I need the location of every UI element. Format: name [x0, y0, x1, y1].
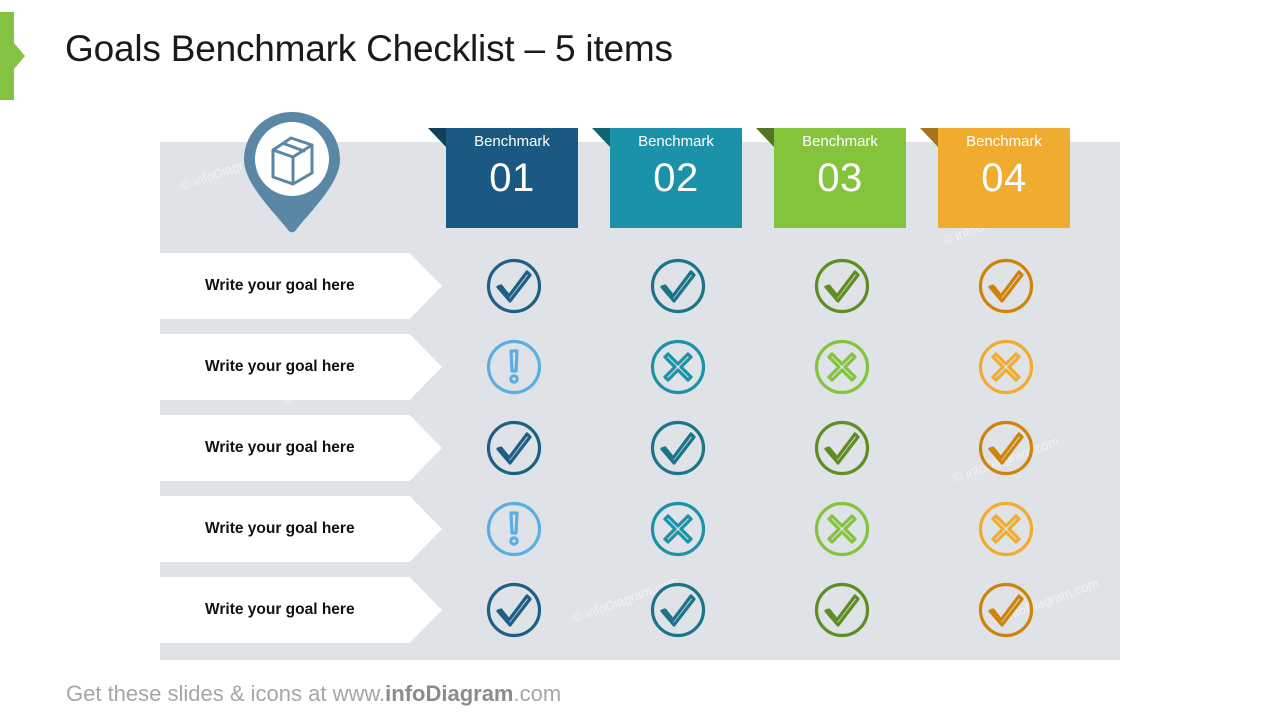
goal-label: Write your goal here: [205, 601, 355, 618]
benchmark-label: Benchmark: [802, 133, 878, 150]
goal-row[interactable]: Write your goal here: [160, 253, 442, 319]
banner-fold-icon: [920, 128, 938, 147]
exclamation-circle-icon[interactable]: [484, 337, 544, 397]
footer-credit: Get these slides & icons at www.infoDiag…: [66, 681, 561, 707]
map-pin-icon: [244, 112, 340, 233]
footer-brand: infoDiagram: [385, 681, 514, 706]
check-circle-icon[interactable]: [976, 418, 1036, 478]
goal-row[interactable]: Write your goal here: [160, 496, 442, 562]
benchmark-column-2[interactable]: Benchmark 02: [592, 128, 742, 228]
goal-row[interactable]: Write your goal here: [160, 415, 442, 481]
cross-circle-icon[interactable]: [976, 499, 1036, 559]
footer-prefix: Get these slides & icons at www.: [66, 681, 386, 706]
check-circle-icon[interactable]: [648, 418, 708, 478]
goal-label: Write your goal here: [205, 358, 355, 375]
cross-circle-icon[interactable]: [812, 337, 872, 397]
banner-fold-icon: [592, 128, 610, 147]
benchmark-label: Benchmark: [966, 133, 1042, 150]
cross-circle-icon[interactable]: [976, 337, 1036, 397]
goal-label: Write your goal here: [205, 439, 355, 456]
benchmark-number: 02: [653, 156, 699, 200]
benchmark-label: Benchmark: [638, 133, 714, 150]
check-circle-icon[interactable]: [976, 580, 1036, 640]
check-circle-icon[interactable]: [484, 418, 544, 478]
benchmark-number: 03: [817, 156, 863, 200]
banner-fold-icon: [756, 128, 774, 147]
exclamation-circle-icon[interactable]: [484, 499, 544, 559]
benchmark-banner[interactable]: Benchmark 03: [774, 128, 906, 228]
benchmark-column-3[interactable]: Benchmark 03: [756, 128, 906, 228]
check-circle-icon[interactable]: [812, 256, 872, 316]
benchmark-column-1[interactable]: Benchmark 01: [428, 128, 578, 228]
goal-row[interactable]: Write your goal here: [160, 334, 442, 400]
check-circle-icon[interactable]: [648, 580, 708, 640]
cross-circle-icon[interactable]: [812, 499, 872, 559]
left-accent-arrow-icon: [14, 43, 25, 69]
benchmark-column-4[interactable]: Benchmark 04: [920, 128, 1070, 228]
goal-label: Write your goal here: [205, 520, 355, 537]
page-title: Goals Benchmark Checklist – 5 items: [65, 28, 673, 69]
banner-fold-icon: [428, 128, 446, 147]
benchmark-label: Benchmark: [474, 133, 550, 150]
goal-row[interactable]: Write your goal here: [160, 577, 442, 643]
check-circle-icon[interactable]: [976, 256, 1036, 316]
left-accent-bar: [0, 12, 14, 100]
check-circle-icon[interactable]: [812, 580, 872, 640]
benchmark-banner[interactable]: Benchmark 01: [446, 128, 578, 228]
check-circle-icon[interactable]: [648, 256, 708, 316]
goal-label: Write your goal here: [205, 277, 355, 294]
check-circle-icon[interactable]: [812, 418, 872, 478]
benchmark-banner[interactable]: Benchmark 02: [610, 128, 742, 228]
benchmark-number: 01: [489, 156, 535, 200]
cross-circle-icon[interactable]: [648, 499, 708, 559]
benchmark-number: 04: [981, 156, 1027, 200]
cross-circle-icon[interactable]: [648, 337, 708, 397]
benchmark-banner[interactable]: Benchmark 04: [938, 128, 1070, 228]
check-circle-icon[interactable]: [484, 256, 544, 316]
check-circle-icon[interactable]: [484, 580, 544, 640]
footer-suffix: .com: [513, 681, 562, 706]
pin-marker: [238, 108, 346, 236]
